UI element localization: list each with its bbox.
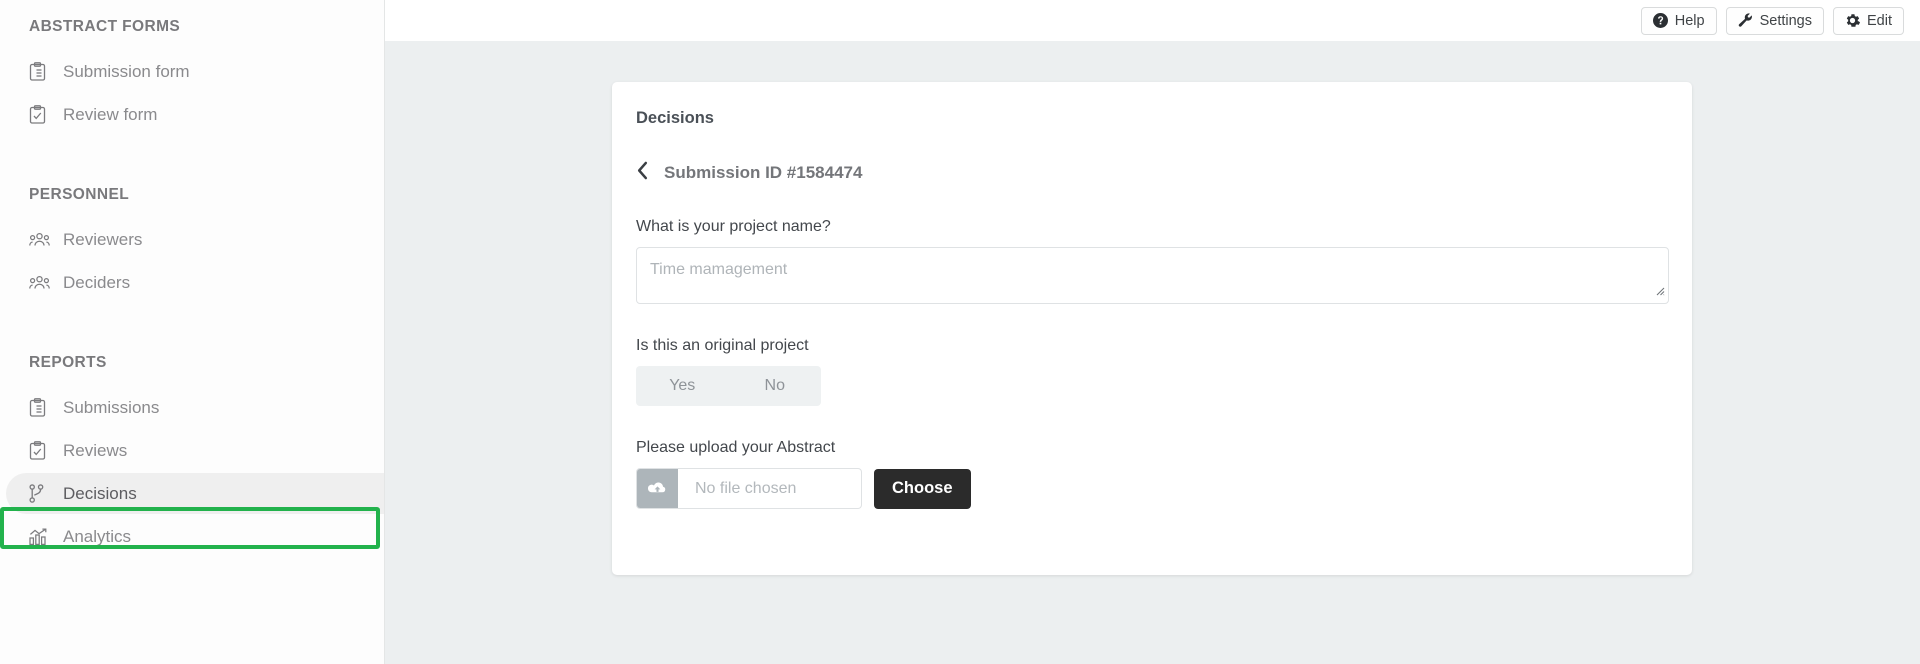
settings-button-label: Settings [1759, 12, 1812, 29]
settings-button[interactable]: Settings [1725, 6, 1824, 35]
sidebar-item-decisions[interactable]: Decisions [0, 472, 384, 515]
top-toolbar: Help Settings Edit [385, 0, 1920, 41]
sidebar-item-label: Decisions [63, 483, 137, 503]
sidebar-item-reviews[interactable]: Reviews [0, 429, 384, 472]
sidebar-item-label: Review form [63, 104, 158, 124]
sidebar-item-analytics[interactable]: Analytics [0, 515, 384, 558]
sidebar-item-label: Reviews [63, 440, 128, 460]
file-name-placeholder: No file chosen [695, 479, 797, 497]
sidebar-item-reviewers[interactable]: Reviewers [0, 218, 384, 261]
abstract-upload-label: Please upload your Abstract [636, 439, 836, 456]
original-project-label: Is this an original project [636, 337, 809, 354]
help-button-label: Help [1674, 12, 1705, 29]
application-window: ABSTRACT FORMS Submission form Review fo… [0, 0, 1920, 664]
help-button[interactable]: Help [1640, 6, 1717, 35]
toggle-option-no[interactable]: No [729, 366, 822, 406]
sidebar-section-title-abstract-forms: ABSTRACT FORMS [29, 18, 181, 35]
sidebar-item-label: Submissions [63, 397, 160, 417]
sidebar-item-label: Submission form [63, 61, 190, 81]
main-content: Decisions Submission ID #1584474 What is… [385, 41, 1920, 664]
clipboard-check-icon [29, 104, 55, 126]
submission-header: Submission ID #1584474 [612, 128, 1692, 185]
edit-button[interactable]: Edit [1833, 6, 1904, 35]
sidebar-item-label: Reviewers [63, 229, 143, 249]
choose-file-button[interactable]: Choose [874, 468, 971, 509]
users-icon [29, 272, 55, 294]
cloud-upload-icon [637, 469, 678, 508]
wrench-icon [1738, 13, 1753, 28]
project-name-field: What is your project name? Time mamageme… [636, 218, 1669, 304]
sidebar-section-title-personnel: PERSONNEL [29, 186, 130, 203]
sidebar: ABSTRACT FORMS Submission form Review fo… [0, 0, 385, 664]
sidebar-item-review-form[interactable]: Review form [0, 93, 384, 136]
file-upload-row: No file chosen Choose [636, 468, 1668, 509]
toggle-option-yes[interactable]: Yes [636, 366, 729, 406]
clipboard-list-icon [29, 397, 55, 419]
question-circle-icon [1652, 13, 1668, 28]
users-icon [29, 229, 55, 251]
original-project-field: Is this an original project Yes No [636, 337, 1668, 406]
original-project-toggle[interactable]: Yes No [636, 366, 821, 406]
clipboard-list-icon [29, 61, 55, 83]
project-name-input[interactable]: Time mamagement [636, 247, 1669, 304]
submission-id-label: Submission ID #1584474 [664, 163, 863, 182]
back-chevron-icon[interactable] [636, 161, 649, 185]
file-input[interactable]: No file chosen [636, 468, 862, 509]
sidebar-item-submissions[interactable]: Submissions [0, 386, 384, 429]
decision-form: What is your project name? Time mamageme… [612, 218, 1692, 509]
gear-icon [1845, 13, 1860, 28]
sidebar-item-label: Analytics [63, 526, 132, 546]
resize-handle-icon[interactable] [1654, 283, 1665, 301]
clipboard-check-icon [29, 440, 55, 462]
decisions-card: Decisions Submission ID #1584474 What is… [612, 82, 1692, 575]
project-name-placeholder: Time mamagement [650, 261, 788, 278]
sidebar-item-label: Deciders [63, 272, 131, 292]
card-title: Decisions [636, 109, 714, 127]
bar-chart-icon [29, 526, 55, 548]
project-name-label: What is your project name? [636, 218, 831, 235]
sidebar-section-title-reports: REPORTS [29, 354, 107, 371]
abstract-upload-field: Please upload your Abstract No file chos… [636, 439, 1668, 509]
sidebar-item-submission-form[interactable]: Submission form [0, 50, 384, 93]
sidebar-item-deciders[interactable]: Deciders [0, 261, 384, 304]
edit-button-label: Edit [1867, 12, 1892, 29]
git-branch-icon [29, 483, 55, 505]
